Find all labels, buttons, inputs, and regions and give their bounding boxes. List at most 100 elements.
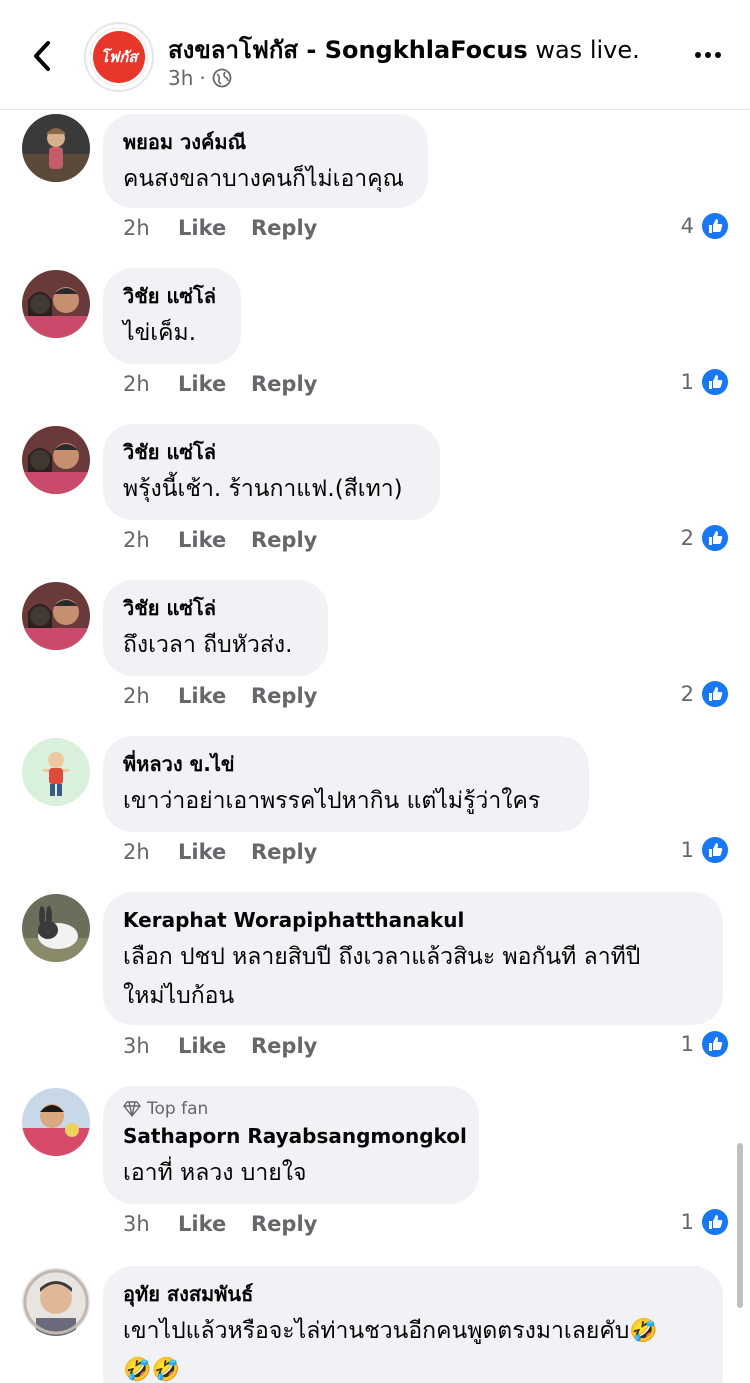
reply-button[interactable]: Reply: [251, 216, 317, 240]
thumbs-up-icon: [700, 835, 730, 865]
like-button[interactable]: Like: [178, 528, 251, 552]
comment-bubble: Top fan Sathaporn Rayabsangmongkol เอาที…: [103, 1086, 479, 1204]
reaction-count-value: 1: [680, 370, 694, 394]
comment-bubble: อุทัย สงสมพันธ์ เขาไปแล้วหรือจะไล่ท่านชว…: [103, 1266, 723, 1383]
dot-icon: [705, 52, 711, 58]
thumbs-up-icon: [700, 367, 730, 397]
comment-text: คนสงขลาบางคนก็ไม่เอาคุณ: [123, 166, 404, 192]
reaction-count-value: 1: [680, 838, 694, 862]
comment-bubble: วิชัย แซ่โล่ ไข่เค็ม.: [103, 268, 241, 364]
post-header: โฟกัส สงขลาโฟกัส - SongkhlaFocus was liv…: [0, 0, 750, 110]
like-button[interactable]: Like: [178, 1034, 251, 1058]
comment-author[interactable]: Keraphat Worapiphatthanakul: [123, 906, 703, 934]
comment-author[interactable]: อุทัย สงสมพันธ์: [123, 1280, 703, 1308]
thumbs-up-icon: [700, 523, 730, 553]
reaction-count[interactable]: 2: [681, 523, 730, 553]
post-meta: 3h ·: [168, 66, 232, 90]
comment-text-line: เขาไปแล้วหรือจะไล่ท่านชวนอีกคนพูดตรงมาเล…: [123, 1318, 658, 1344]
post-time[interactable]: 3h: [168, 66, 193, 90]
reply-button[interactable]: Reply: [251, 1034, 317, 1058]
comment-time[interactable]: 2h: [123, 528, 178, 552]
comment-actions: 3h Like Reply: [123, 1212, 317, 1236]
comment-bubble: วิชัย แซ่โล่ พรุ้งนี้เช้า. ร้านกาแฟ.(สีเ…: [103, 424, 440, 520]
reaction-count-value: 1: [680, 1210, 694, 1234]
comment-bubble: วิชัย แซ่โล่ ถึงเวลา ถีบหัวส่ง.: [103, 580, 328, 676]
post-title: สงขลาโฟกัส - SongkhlaFocus was live.: [168, 30, 640, 69]
reply-button[interactable]: Reply: [251, 1212, 317, 1236]
like-button[interactable]: Like: [178, 372, 251, 396]
comment-bubble: พี่หลวง ข.ไข่ เขาว่าอย่าเอาพรรคไปหากิน แ…: [103, 736, 589, 832]
comment-actions: 2h Like Reply: [123, 216, 317, 240]
comment-text-line: เลือก ปชป หลายสิบปี ถึงเวลาแล้วสินะ พอกั…: [123, 944, 641, 970]
comment-time[interactable]: 3h: [123, 1034, 178, 1058]
comment-text: ไข่เค็ม.: [123, 320, 197, 346]
reaction-count-value: 2: [680, 682, 694, 706]
thumbs-up-icon: [700, 211, 730, 241]
like-button[interactable]: Like: [178, 1212, 251, 1236]
comment-author[interactable]: วิชัย แซ่โล่: [123, 282, 221, 310]
avatar[interactable]: [22, 114, 90, 182]
comment-author[interactable]: วิชัย แซ่โล่: [123, 594, 308, 622]
comment-text-line: 🤣🤣: [123, 1357, 181, 1383]
avatar[interactable]: [22, 270, 90, 338]
like-button[interactable]: Like: [178, 216, 251, 240]
comment-bubble: พยอม วงค์มณี คนสงขลาบางคนก็ไม่เอาคุณ: [103, 114, 428, 208]
page-name-link[interactable]: สงขลาโฟกัส - SongkhlaFocus: [168, 36, 528, 64]
page-logo-text: โฟกัส: [90, 28, 148, 86]
avatar[interactable]: [22, 1088, 90, 1156]
top-fan-badge: Top fan: [123, 1098, 459, 1120]
reaction-count-value: 4: [680, 214, 694, 238]
comment-author[interactable]: Sathaporn Rayabsangmongkol: [123, 1122, 467, 1150]
globe-icon: [212, 68, 232, 88]
reaction-count-value: 1: [680, 1032, 694, 1056]
meta-separator: ·: [199, 66, 206, 90]
comment-author[interactable]: พี่หลวง ข.ไข่: [123, 750, 569, 778]
post-action: was live.: [527, 36, 640, 64]
top-fan-label: Top fan: [147, 1099, 209, 1119]
back-button[interactable]: [22, 36, 62, 76]
comment-time[interactable]: 2h: [123, 840, 178, 864]
avatar[interactable]: [22, 1268, 90, 1336]
page-avatar[interactable]: โฟกัส: [84, 22, 154, 92]
comment-author[interactable]: พยอม วงค์มณี: [123, 128, 404, 156]
comment-time[interactable]: 2h: [123, 216, 178, 240]
scrollbar-thumb[interactable]: [737, 1143, 743, 1308]
reaction-count[interactable]: 1: [681, 367, 730, 397]
dot-icon: [695, 52, 701, 58]
reaction-count-value: 2: [680, 526, 694, 550]
comment-time[interactable]: 2h: [123, 684, 178, 708]
comment-text: เขาไปแล้วหรือจะไล่ท่านชวนอีกคนพูดตรงมาเล…: [123, 1312, 703, 1383]
comment-actions: 2h Like Reply: [123, 840, 317, 864]
comment-time[interactable]: 3h: [123, 1212, 178, 1236]
comment-actions: 2h Like Reply: [123, 684, 317, 708]
thumbs-up-icon: [700, 1029, 730, 1059]
reply-button[interactable]: Reply: [251, 840, 317, 864]
avatar[interactable]: [22, 426, 90, 494]
reaction-count[interactable]: 1: [681, 1029, 730, 1059]
comment-text: พรุ้งนี้เช้า. ร้านกาแฟ.(สีเทา): [123, 476, 403, 502]
more-options-button[interactable]: [690, 40, 726, 70]
comment-bubble: Keraphat Worapiphatthanakul เลือก ปชป หล…: [103, 892, 723, 1025]
comment-author[interactable]: วิชัย แซ่โล่: [123, 438, 420, 466]
avatar[interactable]: [22, 582, 90, 650]
comment-text: เขาว่าอย่าเอาพรรคไปหากิน แต่ไม่รู้ว่าใคร: [123, 788, 541, 814]
like-button[interactable]: Like: [178, 684, 251, 708]
comment-actions: 3h Like Reply: [123, 1034, 317, 1058]
reply-button[interactable]: Reply: [251, 528, 317, 552]
like-button[interactable]: Like: [178, 840, 251, 864]
avatar[interactable]: [22, 738, 90, 806]
reaction-count[interactable]: 2: [681, 679, 730, 709]
reply-button[interactable]: Reply: [251, 684, 317, 708]
reaction-count[interactable]: 4: [681, 211, 730, 241]
comment-text: ถึงเวลา ถีบหัวส่ง.: [123, 632, 293, 658]
avatar[interactable]: [22, 894, 90, 962]
dot-icon: [715, 52, 721, 58]
reply-button[interactable]: Reply: [251, 372, 317, 396]
comment-time[interactable]: 2h: [123, 372, 178, 396]
reaction-count[interactable]: 1: [681, 1207, 730, 1237]
comment-text-line: ใหม่ไบก้อน: [123, 983, 235, 1009]
comment-text: เลือก ปชป หลายสิบปี ถึงเวลาแล้วสินะ พอกั…: [123, 938, 703, 1016]
reaction-count[interactable]: 1: [681, 835, 730, 865]
thumbs-up-icon: [700, 1207, 730, 1237]
comment-actions: 2h Like Reply: [123, 528, 317, 552]
